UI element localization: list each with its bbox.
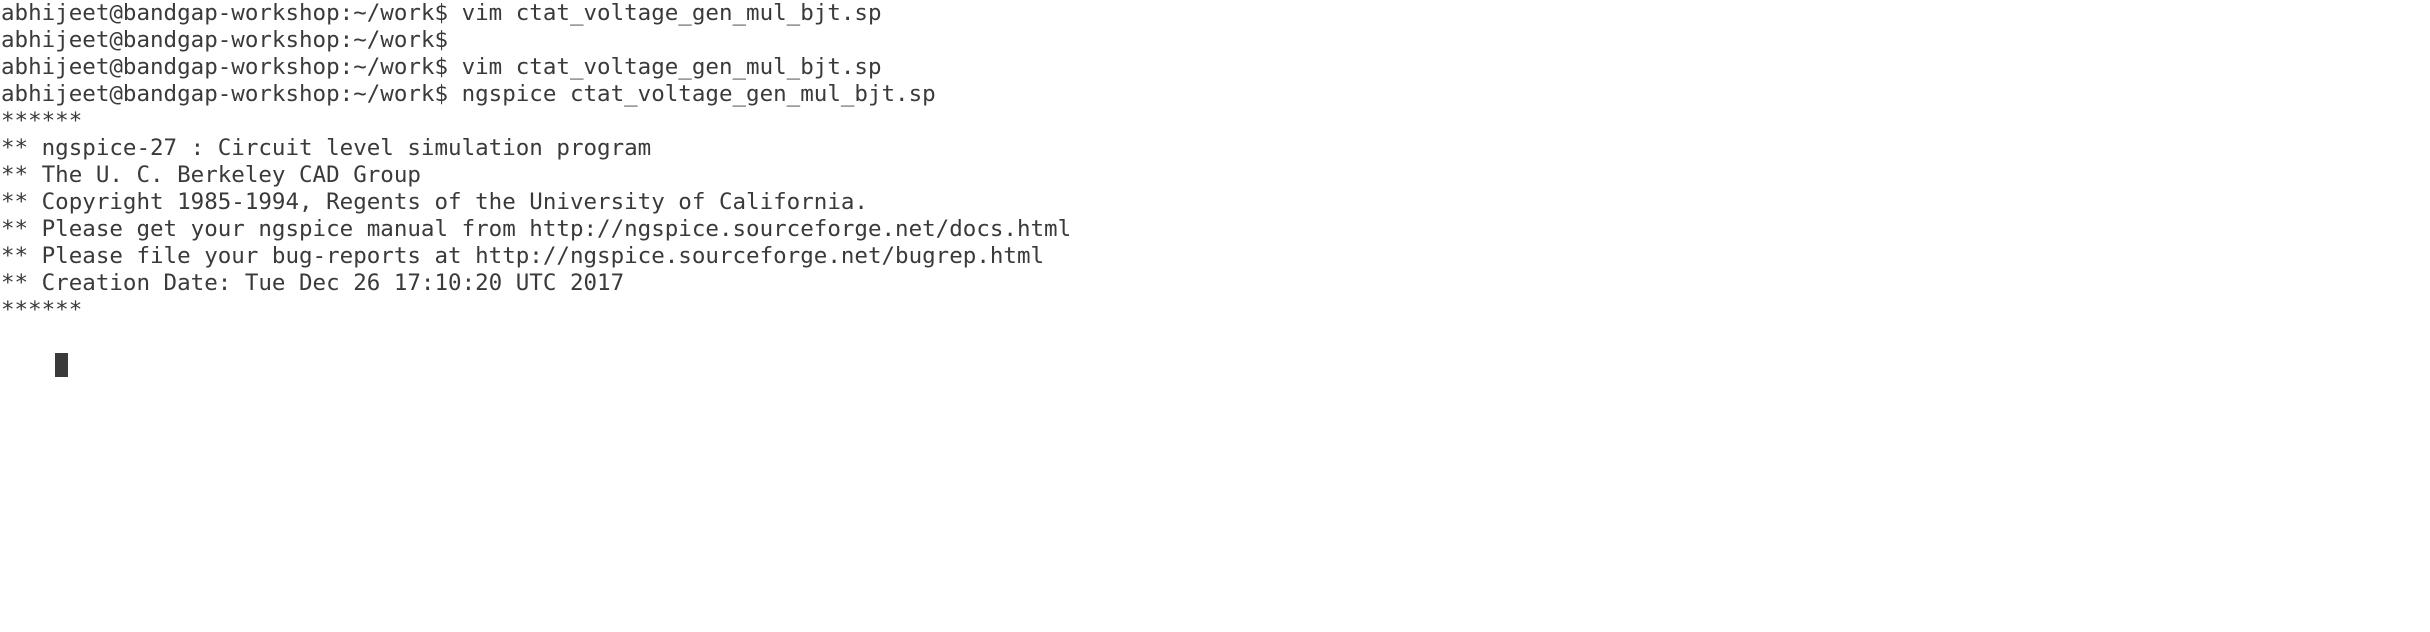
terminal-line: ** Copyright 1985-1994, Regents of the U… — [1, 189, 868, 215]
terminal-line: abhijeet@bandgap-workshop:~/work$ vim ct… — [1, 54, 882, 80]
terminal-line: ** ngspice-27 : Circuit level simulation… — [1, 135, 652, 161]
terminal-window[interactable]: abhijeet@bandgap-workshop:~/work$ vim ct… — [0, 0, 2430, 632]
terminal-line: ****** — [1, 108, 83, 134]
terminal-cursor — [55, 353, 69, 377]
terminal-line: ****** — [1, 297, 83, 323]
terminal-line: ** Creation Date: Tue Dec 26 17:10:20 UT… — [1, 270, 625, 296]
terminal-line: abhijeet@bandgap-workshop:~/work$ — [1, 27, 449, 53]
terminal-line: ** Please file your bug-reports at http:… — [1, 243, 1045, 269]
terminal-line: abhijeet@bandgap-workshop:~/work$ vim ct… — [1, 0, 882, 26]
terminal-line: abhijeet@bandgap-workshop:~/work$ ngspic… — [1, 81, 936, 107]
terminal-input-line[interactable] — [0, 324, 2430, 377]
terminal-line: ** Please get your ngspice manual from h… — [1, 216, 1072, 242]
terminal-line: ** The U. C. Berkeley CAD Group — [1, 162, 421, 188]
